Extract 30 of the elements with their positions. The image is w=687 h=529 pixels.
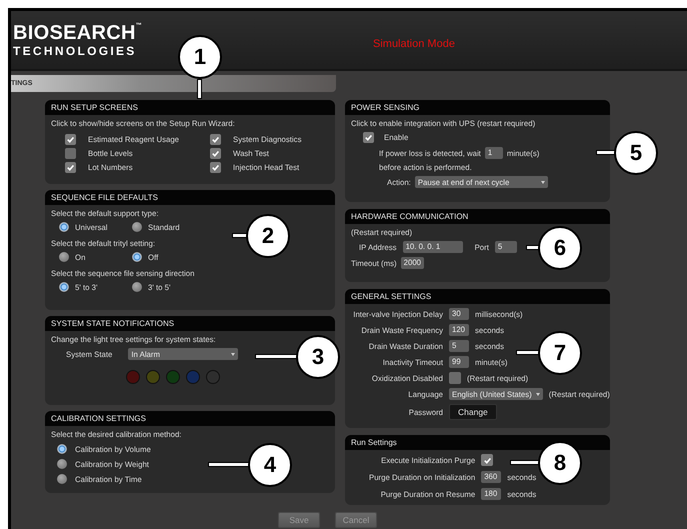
checkbox[interactable] [210, 148, 221, 158]
radio-button[interactable] [57, 444, 67, 454]
panel-title: Run Settings [351, 438, 397, 447]
checkbox[interactable] [65, 134, 76, 144]
checkbox[interactable] [65, 162, 76, 172]
radio-button[interactable] [132, 222, 142, 232]
checkbox[interactable] [210, 162, 221, 172]
radio-button[interactable] [57, 474, 67, 484]
checkbox[interactable] [210, 134, 221, 144]
checkbox[interactable] [65, 148, 76, 158]
radio-button[interactable] [59, 282, 69, 292]
radio-button[interactable] [132, 282, 142, 292]
panel-title: RUN SETUP SCREENS [51, 103, 138, 112]
radio-button[interactable] [59, 222, 69, 232]
mode-label: Simulation Mode [373, 38, 455, 50]
radio-button[interactable] [57, 459, 67, 469]
panel-title: SYSTEM STATE NOTIFICATIONS [51, 319, 174, 328]
checkbox[interactable] [481, 454, 494, 466]
panel-title: GENERAL SETTINGS [351, 292, 432, 301]
logo-text: BIOSEARCH [13, 22, 136, 44]
radio-button[interactable] [59, 252, 69, 262]
panel-title: SEQUENCE FILE DEFAULTS [51, 193, 158, 202]
radio-button[interactable] [132, 252, 142, 262]
checkbox[interactable] [363, 132, 374, 143]
change-button[interactable]: Change [449, 404, 497, 420]
checkbox[interactable] [449, 372, 461, 384]
logo-text: TECHNOLOGIES [13, 44, 138, 58]
panel-title: CALIBRATION SETTINGS [51, 414, 146, 423]
panel-title: POWER SENSING [351, 103, 420, 112]
panel-title: HARDWARE COMMUNICATION [351, 212, 468, 221]
